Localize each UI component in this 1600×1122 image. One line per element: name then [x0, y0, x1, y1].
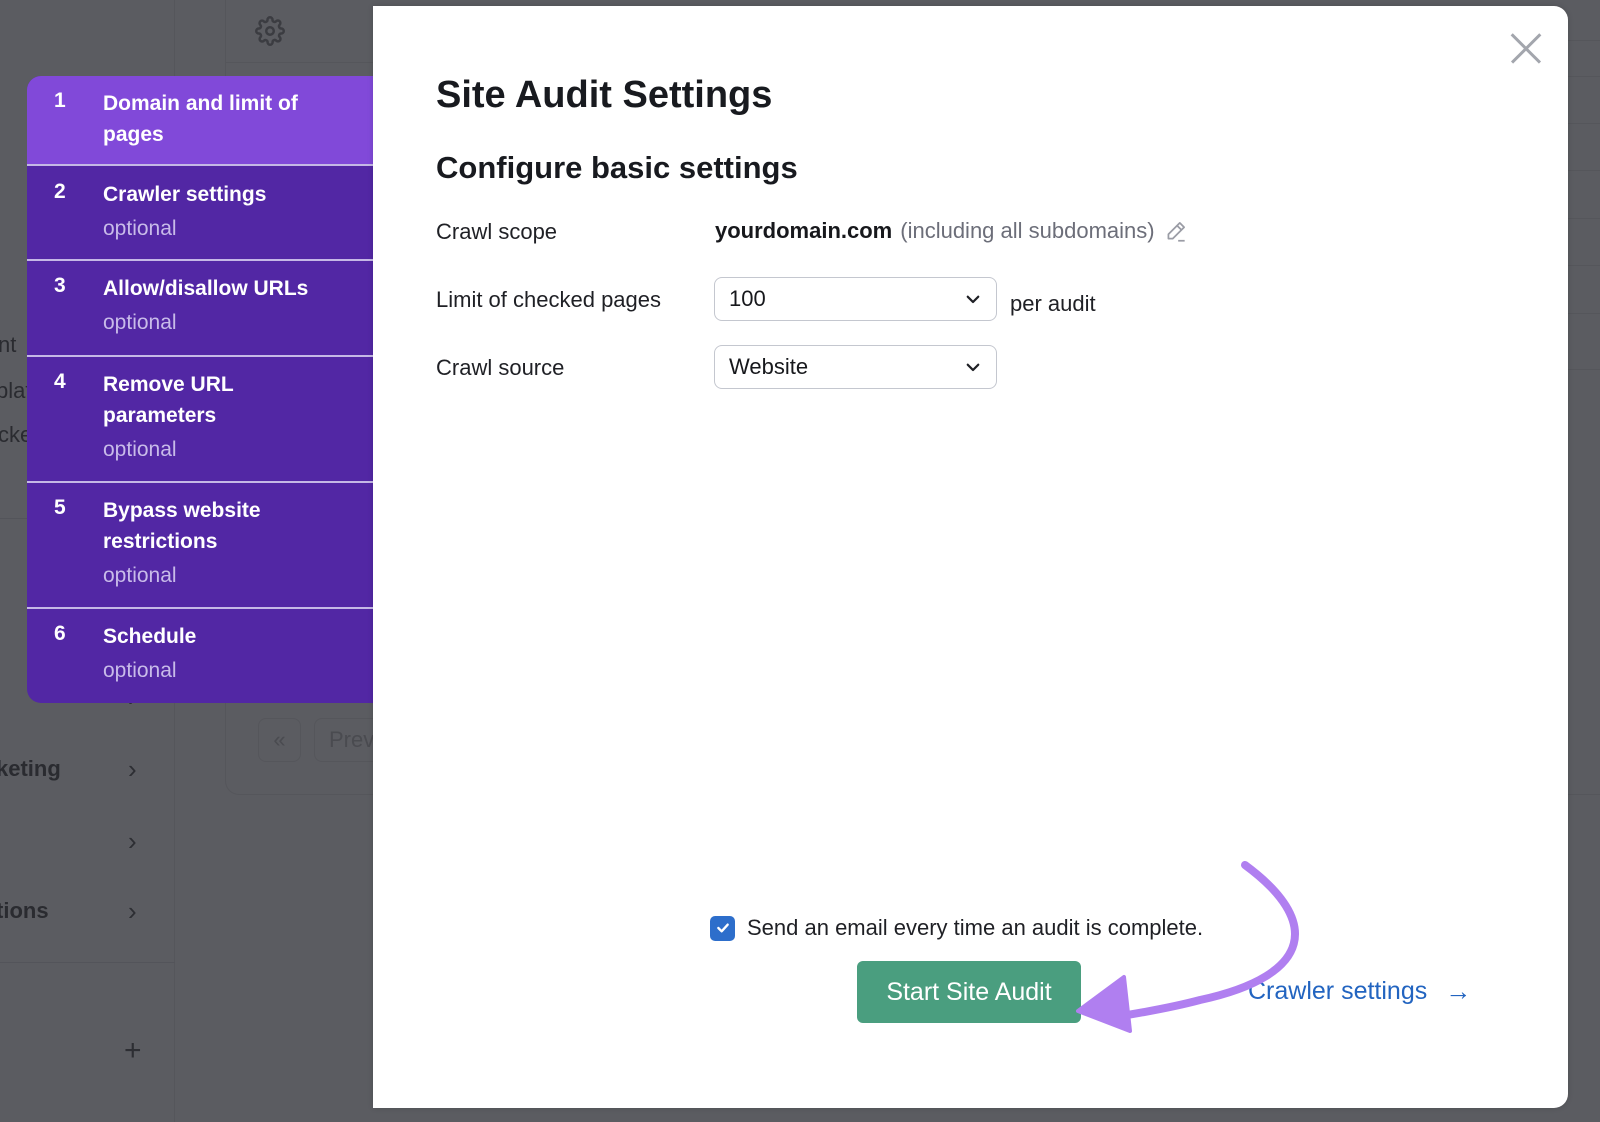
step-remove-url-parameters[interactable]: 4 Remove URL parameters optional: [27, 357, 375, 483]
crawl-source-value: Website: [729, 354, 809, 379]
bg-sidebar-item[interactable]: tions: [0, 898, 49, 924]
bg-sidebar-item[interactable]: keting: [0, 756, 61, 782]
chevron-down-icon: [966, 363, 980, 372]
per-audit-label: per audit: [1010, 291, 1096, 316]
step-number: 1: [54, 89, 66, 112]
start-site-audit-button[interactable]: Start Site Audit: [857, 961, 1081, 1023]
bg-sidebar-fragment: nt: [0, 332, 17, 357]
chevron-right-icon[interactable]: ›: [128, 828, 137, 854]
crawler-settings-link[interactable]: Crawler settings →: [1248, 976, 1471, 1007]
crawl-scope-label: Crawl scope: [436, 219, 558, 244]
pencil-edit-icon[interactable]: [1163, 218, 1189, 244]
close-icon[interactable]: [1510, 32, 1542, 64]
step-number: 3: [54, 274, 66, 297]
step-schedule[interactable]: 6 Schedule optional: [27, 609, 375, 703]
limit-pages-select[interactable]: 100: [714, 277, 997, 321]
arrow-right-icon: →: [1445, 976, 1472, 1006]
step-title: Domain and limit of pages: [103, 92, 298, 146]
gear-icon[interactable]: [255, 16, 285, 46]
checkmark-icon: [716, 923, 729, 933]
step-optional-label: optional: [103, 659, 177, 682]
crawl-source-select[interactable]: Website: [714, 345, 997, 389]
step-crawler-settings[interactable]: 2 Crawler settings optional: [27, 166, 375, 261]
section-title: Configure basic settings: [436, 150, 798, 185]
step-domain-and-limit[interactable]: 1 Domain and limit of pages: [27, 76, 375, 166]
step-number: 6: [54, 622, 66, 645]
step-optional-label: optional: [103, 438, 177, 461]
chevron-right-icon[interactable]: ›: [128, 756, 137, 782]
step-title: Bypass website restrictions: [103, 499, 261, 553]
step-number: 5: [54, 496, 66, 519]
email-notification-label[interactable]: Send an email every time an audit is com…: [747, 915, 1203, 941]
chevron-down-icon: [966, 295, 980, 304]
plus-icon[interactable]: +: [124, 1036, 142, 1066]
crawl-source-label: Crawl source: [436, 355, 565, 380]
step-number: 4: [54, 370, 66, 393]
step-optional-label: optional: [103, 564, 177, 587]
step-optional-label: optional: [103, 217, 177, 240]
modal-title: Site Audit Settings: [436, 74, 773, 116]
step-title: Schedule: [103, 625, 197, 648]
step-optional-label: optional: [103, 311, 177, 334]
limit-pages-value: 100: [729, 286, 766, 311]
crawl-scope-note: (including all subdomains): [900, 218, 1155, 243]
step-bypass-restrictions[interactable]: 5 Bypass website restrictions optional: [27, 483, 375, 609]
settings-stepper: 1 Domain and limit of pages 2 Crawler se…: [27, 76, 375, 703]
step-number: 2: [54, 180, 66, 203]
crawl-scope-value: yourdomain.com (including all subdomains…: [715, 218, 1189, 244]
chevron-right-icon[interactable]: ›: [128, 898, 137, 924]
site-audit-settings-modal: Site Audit Settings Configure basic sett…: [373, 6, 1568, 1108]
step-title: Crawler settings: [103, 183, 267, 206]
step-title: Allow/disallow URLs: [103, 277, 309, 300]
crawler-settings-link-label: Crawler settings: [1248, 977, 1428, 1005]
step-title: Remove URL parameters: [103, 373, 234, 427]
first-page-button[interactable]: «: [258, 718, 301, 762]
step-allow-disallow-urls[interactable]: 3 Allow/disallow URLs optional: [27, 261, 375, 357]
limit-pages-label: Limit of checked pages: [436, 287, 662, 312]
crawl-scope-domain: yourdomain.com: [715, 218, 893, 243]
email-notification-row: Send an email every time an audit is com…: [710, 915, 1203, 941]
email-notification-checkbox[interactable]: [710, 915, 735, 941]
